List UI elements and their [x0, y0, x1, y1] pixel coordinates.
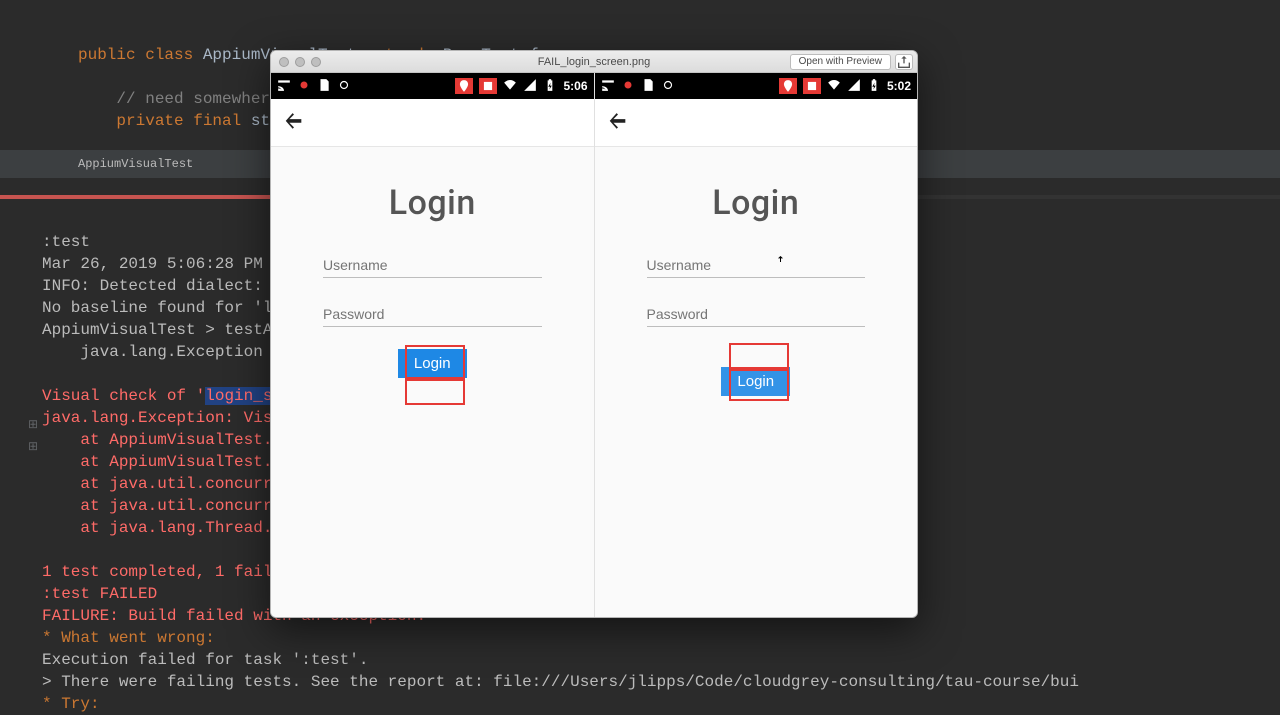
console-line: > There were failing tests. See the repo…: [42, 673, 1079, 691]
console-line: * What went wrong:: [42, 629, 215, 647]
visual-diff-region: [405, 345, 465, 379]
battery-icon: [543, 78, 557, 95]
cast-icon: [277, 78, 291, 95]
visual-diff-region: [729, 343, 789, 369]
breadcrumb-item[interactable]: AppiumVisualTest: [78, 157, 193, 171]
sd-card-icon: [317, 78, 331, 95]
circle-icon: [337, 78, 351, 95]
location-icon: [455, 78, 473, 94]
back-arrow-icon[interactable]: [607, 109, 629, 136]
login-heading: Login: [323, 183, 542, 223]
record-icon: [621, 78, 635, 95]
signal-icon: [847, 78, 861, 95]
password-field[interactable]: [323, 300, 542, 327]
console-line: Execution failed for task ':test'.: [42, 651, 368, 669]
console-line: :test FAILED: [42, 585, 157, 603]
keyword: public class: [78, 46, 203, 64]
baseline-screenshot: 5:06 Login Login: [271, 73, 594, 617]
login-form: Login Login: [595, 147, 918, 617]
console-line: * Try:: [42, 695, 100, 713]
open-with-preview-button[interactable]: Open with Preview: [790, 54, 891, 70]
console-line: java.lang.Exception: [42, 343, 263, 361]
signal-icon: [523, 78, 537, 95]
mouse-cursor-icon: ꜛ: [777, 256, 784, 272]
battery-icon: [867, 78, 881, 95]
console-line: :test: [42, 233, 90, 251]
android-statusbar: 5:06: [271, 73, 594, 99]
console-line: 1 test completed, 1 failed: [42, 563, 292, 581]
quicklook-window[interactable]: FAIL_login_screen.png Open with Preview: [270, 50, 918, 618]
expand-stack-icon[interactable]: ⊞: [28, 439, 38, 454]
app-toolbar: [595, 99, 918, 147]
login-heading: Login: [647, 183, 866, 223]
app-toolbar: [271, 99, 594, 147]
debug-icon: [803, 78, 821, 94]
username-field[interactable]: [647, 251, 866, 278]
password-field[interactable]: [647, 300, 866, 327]
clock-text: 5:06: [563, 79, 587, 93]
console-line: INFO: Detected dialect: W3C: [42, 277, 301, 295]
android-statusbar: 5:02: [595, 73, 918, 99]
record-icon: [297, 78, 311, 95]
debug-icon: [479, 78, 497, 94]
window-titlebar[interactable]: FAIL_login_screen.png Open with Preview: [271, 51, 917, 73]
clock-text: 5:02: [887, 79, 911, 93]
share-icon[interactable]: [895, 54, 913, 70]
checkpoint-screenshot: 5:02 Login Login ꜛ: [594, 73, 918, 617]
login-form: Login Login: [271, 147, 594, 617]
circle-icon: [661, 78, 675, 95]
cast-icon: [601, 78, 615, 95]
keyword: private final: [78, 112, 251, 130]
wifi-icon: [503, 78, 517, 95]
visual-diff-region: [405, 379, 465, 405]
wifi-icon: [827, 78, 841, 95]
back-arrow-icon[interactable]: [283, 109, 305, 136]
expand-stack-icon[interactable]: ⊞: [28, 417, 38, 432]
username-field[interactable]: [323, 251, 542, 278]
sd-card-icon: [641, 78, 655, 95]
visual-diff-region: [729, 369, 789, 401]
location-icon: [779, 78, 797, 94]
